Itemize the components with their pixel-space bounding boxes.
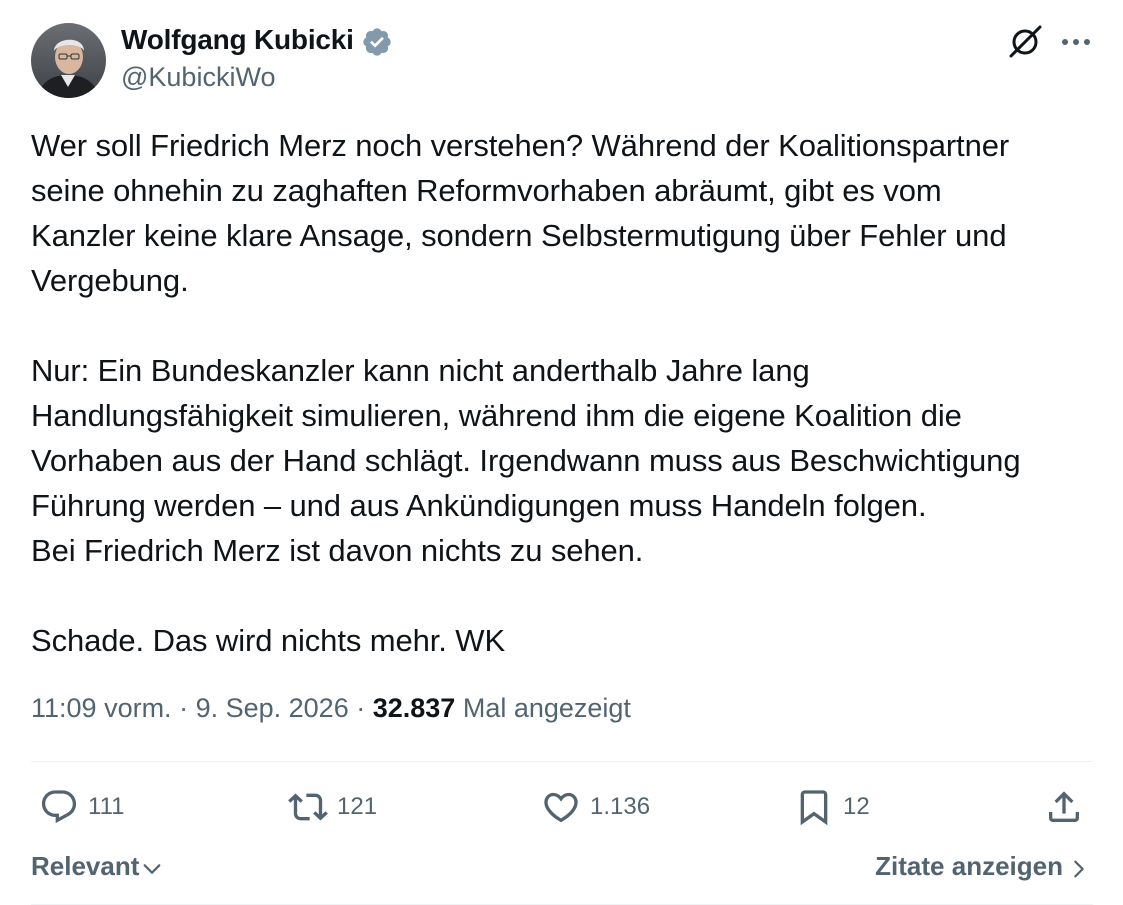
- share-button[interactable]: [1044, 786, 1084, 828]
- author-name[interactable]: Wolfgang Kubicki: [121, 24, 354, 56]
- tweet-meta: 11:09 vorm. · 9. Sep. 2026 · 32.837 Mal …: [31, 693, 631, 724]
- bookmark-count: 12: [843, 793, 870, 820]
- divider: [31, 761, 1093, 762]
- sort-dropdown[interactable]: Relevant: [31, 851, 163, 882]
- views-count: 32.837: [372, 693, 456, 723]
- share-icon: [1049, 791, 1079, 822]
- like-button[interactable]: 1.136: [541, 786, 650, 828]
- author-handle[interactable]: @KubickiWo: [121, 62, 275, 93]
- reply-button[interactable]: 111: [39, 786, 124, 828]
- reply-icon: [41, 790, 77, 824]
- heart-icon: [544, 792, 578, 823]
- bookmark-icon: [800, 790, 828, 826]
- avatar[interactable]: [31, 23, 106, 98]
- tweet-paragraph: Schade. Das wird nichts mehr. WK: [31, 623, 506, 658]
- retweet-button[interactable]: 121: [288, 786, 377, 828]
- chevron-right-icon: [1074, 860, 1084, 877]
- chevron-down-icon: [143, 863, 161, 874]
- avatar-image: [31, 23, 106, 98]
- reply-count: 111: [88, 793, 125, 820]
- retweet-icon: [288, 793, 328, 821]
- tweet-paragraph: Nur: Ein Bundeskanzler kann nicht andert…: [31, 353, 1021, 568]
- tweet-text: Wer soll Friedrich Merz noch verstehen? …: [31, 123, 1101, 663]
- tweet-date[interactable]: 9. Sep. 2026: [196, 693, 349, 723]
- more-options-icon[interactable]: [1058, 28, 1094, 56]
- like-count: 1.136: [590, 793, 651, 820]
- verified-badge-icon[interactable]: [361, 26, 393, 58]
- meta-separator: ·: [171, 693, 196, 723]
- views-label: Mal angezeigt: [462, 693, 631, 723]
- view-quotes-link[interactable]: Zitate anzeigen: [875, 851, 1089, 882]
- tweet-paragraph: Wer soll Friedrich Merz noch verstehen? …: [31, 128, 1010, 298]
- tweet-time[interactable]: 11:09 vorm.: [31, 693, 172, 723]
- bookmark-button[interactable]: 12: [794, 786, 870, 828]
- meta-separator: ·: [348, 693, 373, 723]
- grok-icon[interactable]: [1005, 22, 1045, 62]
- quotes-label: Zitate anzeigen: [875, 851, 1063, 881]
- sort-label: Relevant: [31, 851, 140, 881]
- retweet-count: 121: [337, 793, 378, 820]
